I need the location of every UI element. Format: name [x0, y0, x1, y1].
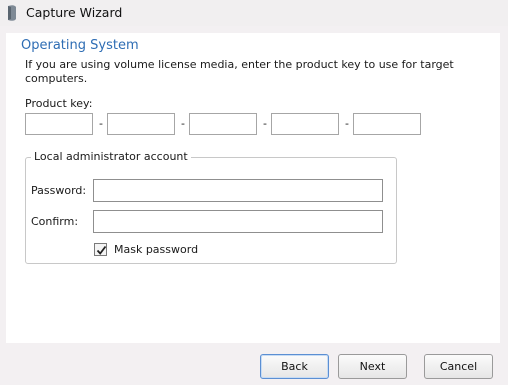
window-title: Capture Wizard	[26, 5, 123, 20]
page-description: If you are using volume license media, e…	[25, 58, 454, 85]
back-button[interactable]: Back	[260, 354, 329, 379]
admin-account-legend: Local administrator account	[31, 150, 191, 163]
checkmark-icon	[96, 245, 107, 255]
product-key-segment-3[interactable]	[189, 113, 257, 135]
confirm-password-field[interactable]	[93, 210, 383, 233]
product-key-separator: -	[181, 117, 185, 130]
product-key-label: Product key:	[25, 97, 93, 110]
page-title: Operating System	[21, 38, 139, 53]
cancel-button[interactable]: Cancel	[424, 354, 493, 379]
mask-password-label: Mask password	[114, 243, 199, 256]
password-field[interactable]	[93, 179, 383, 202]
product-key-separator: -	[99, 117, 103, 130]
product-key-separator: -	[345, 117, 349, 130]
mask-password-checkbox[interactable]	[94, 243, 107, 256]
password-label: Password:	[31, 184, 87, 197]
product-key-segment-1[interactable]	[25, 113, 93, 135]
product-key-segment-5[interactable]	[353, 113, 421, 135]
product-key-separator: -	[263, 117, 267, 130]
app-icon	[6, 4, 18, 22]
next-button[interactable]: Next	[338, 354, 407, 379]
title-bar: Capture Wizard	[0, 0, 508, 26]
product-key-segment-2[interactable]	[107, 113, 175, 135]
product-key-segment-4[interactable]	[271, 113, 339, 135]
confirm-label: Confirm:	[31, 215, 79, 228]
